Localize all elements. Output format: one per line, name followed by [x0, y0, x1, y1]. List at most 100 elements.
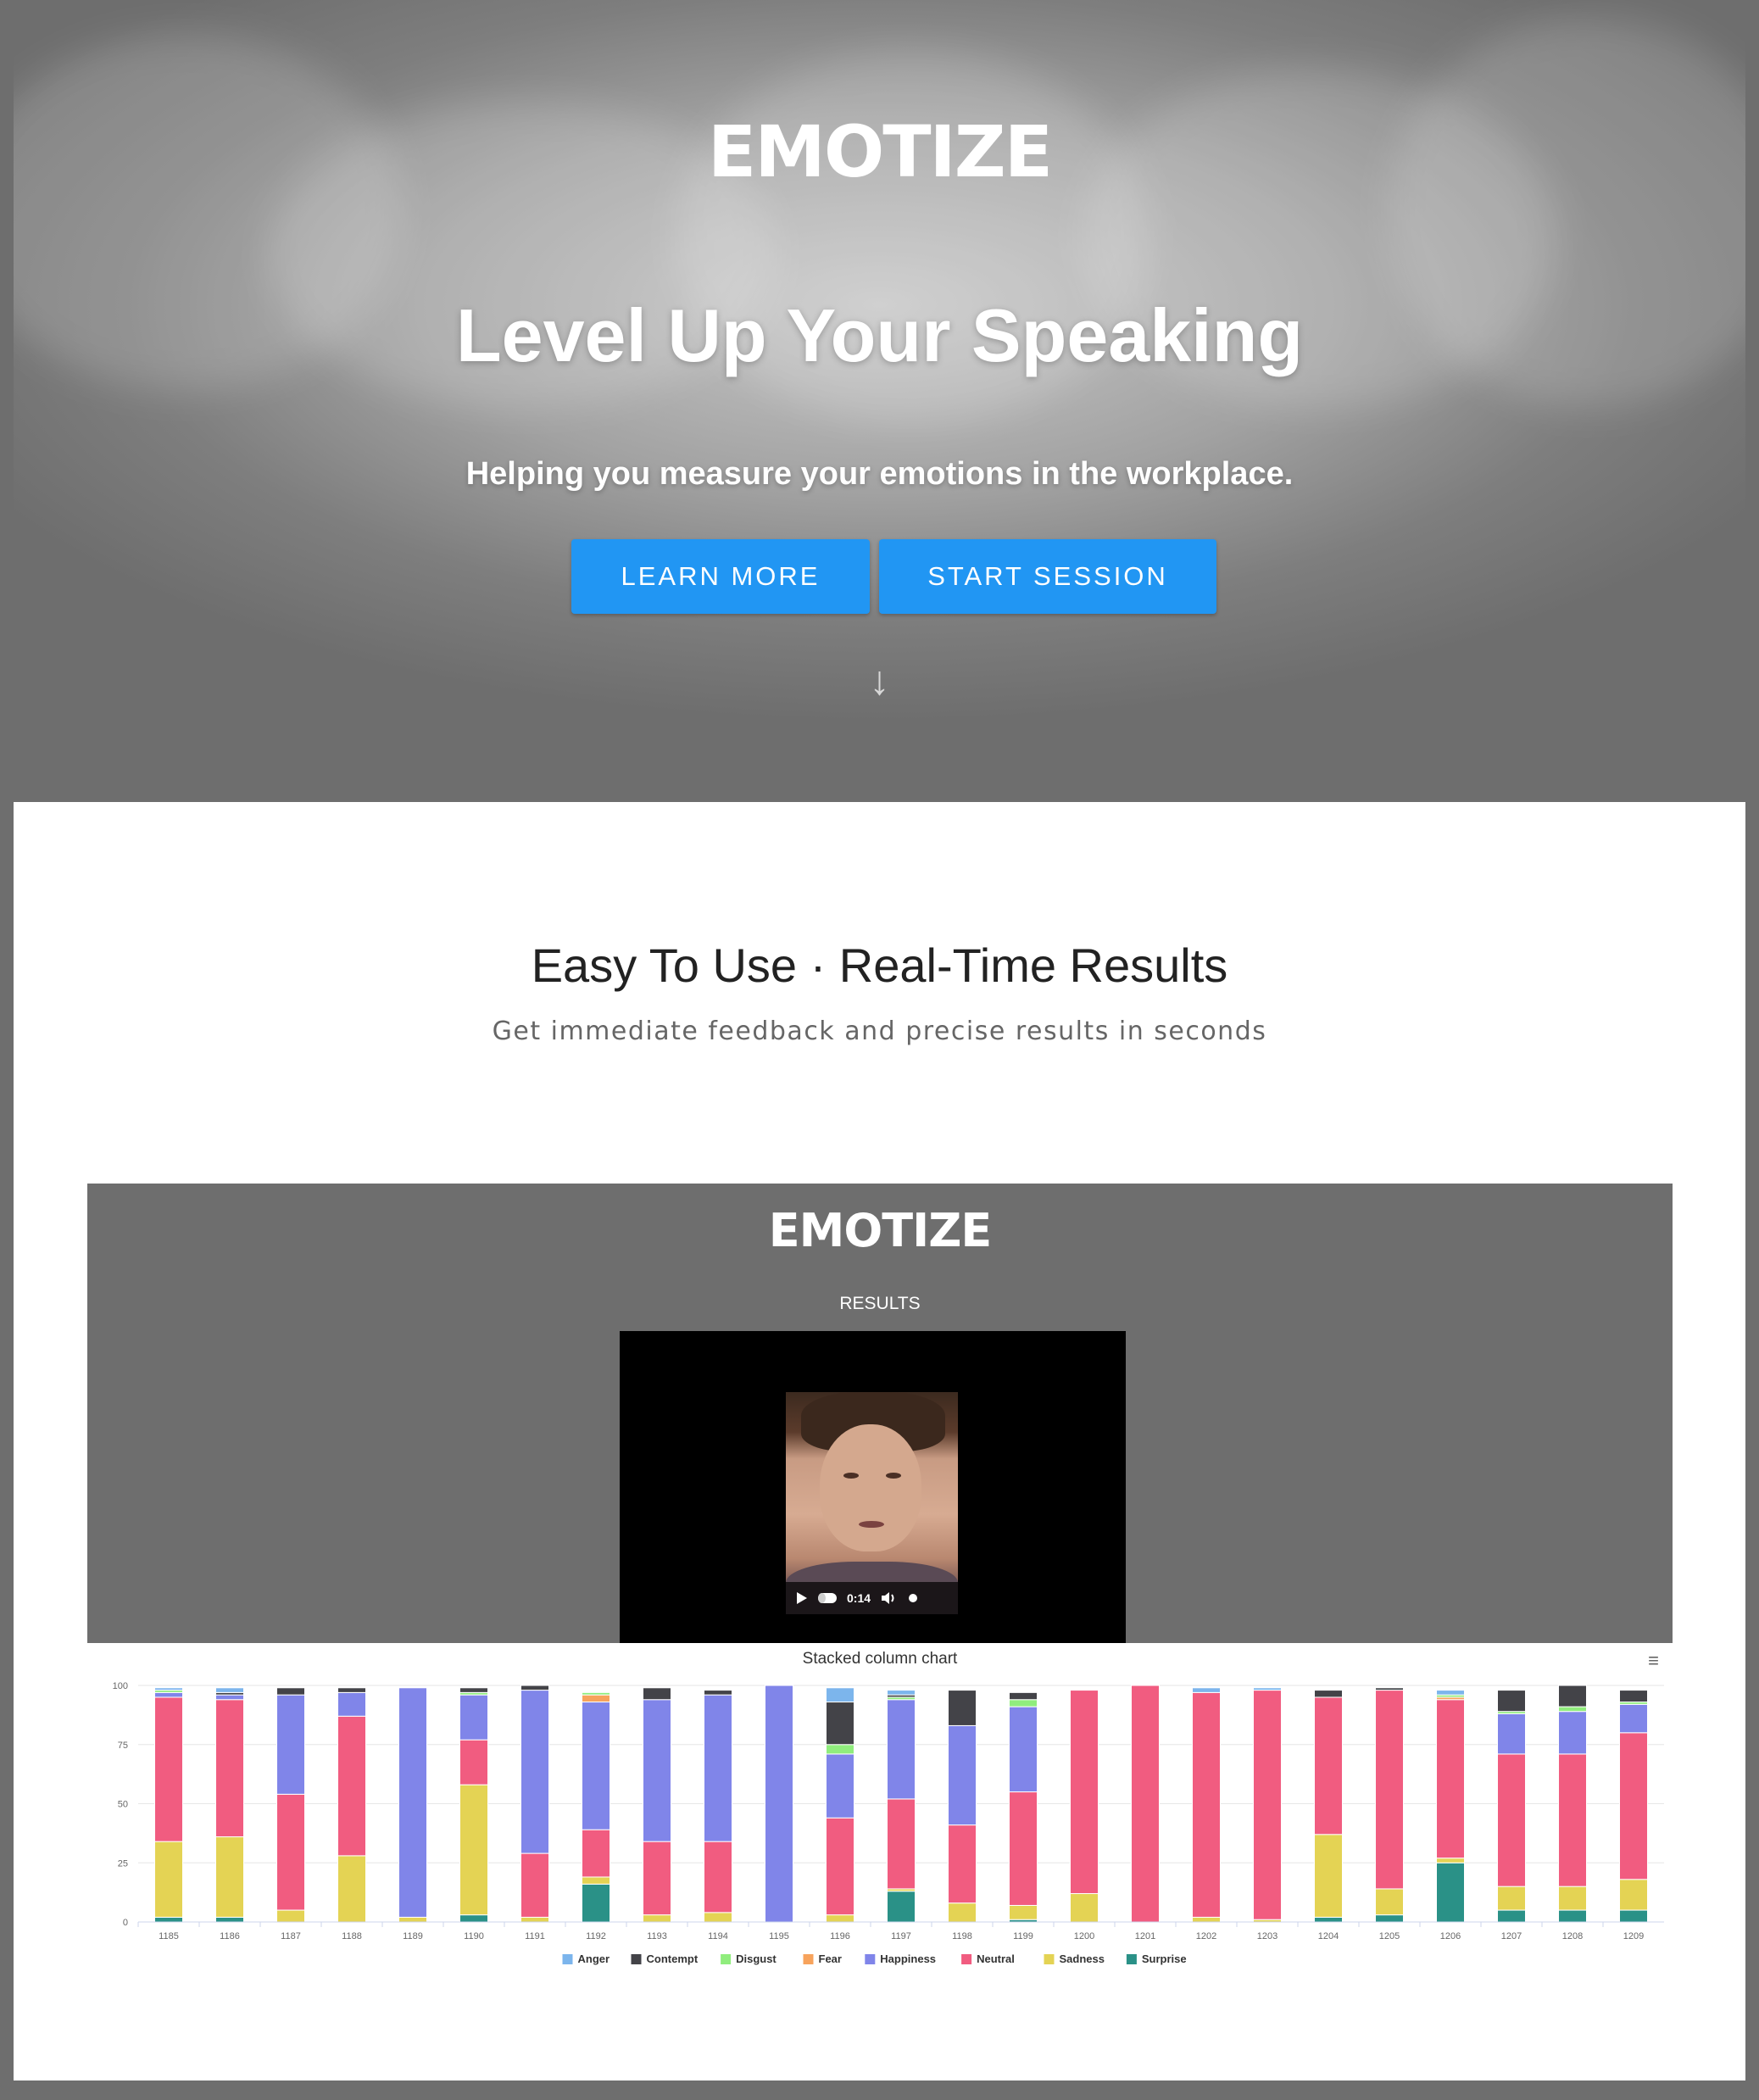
- bar-segment-surprise[interactable]: [1314, 1916, 1343, 1923]
- bar-segment-contempt[interactable]: [826, 1702, 854, 1746]
- bar-segment-sadness[interactable]: [1192, 1916, 1221, 1923]
- bar-segment-happiness[interactable]: [1619, 1703, 1648, 1734]
- bar-segment-contempt[interactable]: [643, 1687, 671, 1701]
- bar-segment-neutral[interactable]: [826, 1817, 854, 1916]
- bar-segment-contempt[interactable]: [1558, 1685, 1587, 1707]
- bar-segment-sadness[interactable]: [215, 1836, 244, 1918]
- bar-segment-surprise[interactable]: [887, 1891, 916, 1923]
- bar-segment-neutral[interactable]: [459, 1739, 488, 1785]
- bar-segment-anger[interactable]: [1436, 1690, 1465, 1696]
- menu-icon[interactable]: ≡: [1648, 1650, 1659, 1672]
- bar-segment-surprise[interactable]: [459, 1914, 488, 1923]
- bar-segment-sadness[interactable]: [1619, 1879, 1648, 1911]
- bar-segment-sadness[interactable]: [948, 1902, 977, 1923]
- bar-segment-happiness[interactable]: [765, 1685, 793, 1923]
- bar-segment-sadness[interactable]: [1070, 1893, 1099, 1923]
- bar-segment-surprise[interactable]: [1558, 1909, 1587, 1923]
- bar-segment-neutral[interactable]: [1314, 1696, 1343, 1835]
- bar-segment-sadness[interactable]: [1375, 1888, 1404, 1916]
- bar-segment-contempt[interactable]: [276, 1687, 305, 1696]
- bar-segment-neutral[interactable]: [1131, 1685, 1160, 1923]
- bar-segment-surprise[interactable]: [1436, 1862, 1465, 1923]
- bar-segment-anger[interactable]: [826, 1687, 854, 1703]
- bar-segment-contempt[interactable]: [459, 1687, 488, 1693]
- bar-segment-contempt[interactable]: [1375, 1687, 1404, 1691]
- bar-segment-happiness[interactable]: [948, 1724, 977, 1826]
- bar-segment-happiness[interactable]: [704, 1694, 732, 1842]
- bar-segment-surprise[interactable]: [154, 1916, 183, 1923]
- bar-segment-sadness[interactable]: [520, 1916, 549, 1923]
- fullscreen-icon[interactable]: [908, 1593, 918, 1603]
- bar-segment-happiness[interactable]: [643, 1699, 671, 1842]
- bar-segment-contempt[interactable]: [1314, 1690, 1343, 1698]
- volume-icon[interactable]: [881, 1591, 898, 1605]
- bar-segment-contempt[interactable]: [1009, 1691, 1038, 1701]
- bar-segment-sadness[interactable]: [398, 1916, 427, 1923]
- video-frame[interactable]: 0:14: [786, 1392, 958, 1614]
- legend-item-contempt[interactable]: Contempt: [647, 1952, 699, 1965]
- bar-segment-happiness[interactable]: [154, 1691, 183, 1698]
- bar-segment-sadness[interactable]: [704, 1912, 732, 1923]
- bar-segment-contempt[interactable]: [1619, 1690, 1648, 1703]
- bar-segment-sadness[interactable]: [459, 1784, 488, 1916]
- bar-segment-happiness[interactable]: [276, 1694, 305, 1795]
- bar-segment-neutral[interactable]: [154, 1696, 183, 1842]
- bar-segment-anger[interactable]: [887, 1690, 916, 1696]
- bar-segment-neutral[interactable]: [1253, 1690, 1282, 1920]
- bar-segment-sadness[interactable]: [154, 1841, 183, 1918]
- bar-segment-happiness[interactable]: [398, 1687, 427, 1918]
- bar-segment-neutral[interactable]: [1558, 1753, 1587, 1887]
- bar-segment-sadness[interactable]: [1009, 1904, 1038, 1920]
- bar-segment-neutral[interactable]: [1619, 1732, 1648, 1880]
- bar-segment-neutral[interactable]: [215, 1699, 244, 1838]
- bar-segment-sadness[interactable]: [276, 1909, 305, 1923]
- bar-segment-neutral[interactable]: [1009, 1791, 1038, 1906]
- learn-more-button[interactable]: LEARN MORE: [571, 539, 870, 614]
- bar-segment-surprise[interactable]: [1375, 1914, 1404, 1923]
- bar-segment-anger[interactable]: [215, 1687, 244, 1693]
- bar-segment-surprise[interactable]: [1619, 1909, 1648, 1923]
- bar-segment-happiness[interactable]: [826, 1753, 854, 1819]
- bar-segment-fear[interactable]: [582, 1694, 610, 1703]
- legend-item-surprise[interactable]: Surprise: [1142, 1952, 1187, 1965]
- bar-segment-happiness[interactable]: [1009, 1706, 1038, 1793]
- bar-segment-anger[interactable]: [1192, 1687, 1221, 1693]
- bar-segment-neutral[interactable]: [582, 1829, 610, 1878]
- bar-segment-contempt[interactable]: [1497, 1690, 1526, 1713]
- legend-item-anger[interactable]: Anger: [578, 1952, 610, 1965]
- legend-item-sadness[interactable]: Sadness: [1060, 1952, 1105, 1965]
- scroll-down-icon[interactable]: ↓: [14, 658, 1745, 705]
- bar-segment-happiness[interactable]: [215, 1694, 244, 1701]
- bar-segment-disgust[interactable]: [1558, 1706, 1587, 1713]
- play-icon[interactable]: [794, 1591, 808, 1605]
- bar-segment-happiness[interactable]: [459, 1694, 488, 1741]
- progress-slider[interactable]: [818, 1593, 837, 1603]
- bar-segment-contempt[interactable]: [337, 1687, 366, 1693]
- bar-segment-disgust[interactable]: [582, 1691, 610, 1696]
- bar-segment-contempt[interactable]: [948, 1690, 977, 1726]
- bar-segment-disgust[interactable]: [826, 1744, 854, 1755]
- bar-segment-anger[interactable]: [1253, 1687, 1282, 1691]
- bar-segment-neutral[interactable]: [1192, 1691, 1221, 1918]
- bar-segment-surprise[interactable]: [215, 1916, 244, 1923]
- legend-item-happiness[interactable]: Happiness: [880, 1952, 936, 1965]
- bar-segment-happiness[interactable]: [887, 1699, 916, 1800]
- bar-segment-neutral[interactable]: [1375, 1690, 1404, 1890]
- bar-segment-contempt[interactable]: [704, 1690, 732, 1696]
- bar-segment-neutral[interactable]: [520, 1852, 549, 1918]
- bar-segment-neutral[interactable]: [1436, 1699, 1465, 1859]
- bar-segment-anger[interactable]: [154, 1687, 183, 1691]
- bar-segment-happiness[interactable]: [582, 1702, 610, 1830]
- bar-segment-happiness[interactable]: [337, 1691, 366, 1717]
- bar-segment-neutral[interactable]: [1070, 1690, 1099, 1895]
- bar-segment-contempt[interactable]: [520, 1685, 549, 1691]
- bar-segment-neutral[interactable]: [276, 1793, 305, 1911]
- bar-segment-sadness[interactable]: [826, 1914, 854, 1923]
- bar-segment-neutral[interactable]: [948, 1824, 977, 1904]
- start-session-button[interactable]: START SESSION: [879, 539, 1216, 614]
- bar-segment-surprise[interactable]: [582, 1883, 610, 1923]
- bar-segment-sadness[interactable]: [1436, 1858, 1465, 1863]
- video-player[interactable]: 0:14: [620, 1331, 1126, 1674]
- bar-segment-neutral[interactable]: [337, 1715, 366, 1857]
- bar-segment-neutral[interactable]: [887, 1798, 916, 1890]
